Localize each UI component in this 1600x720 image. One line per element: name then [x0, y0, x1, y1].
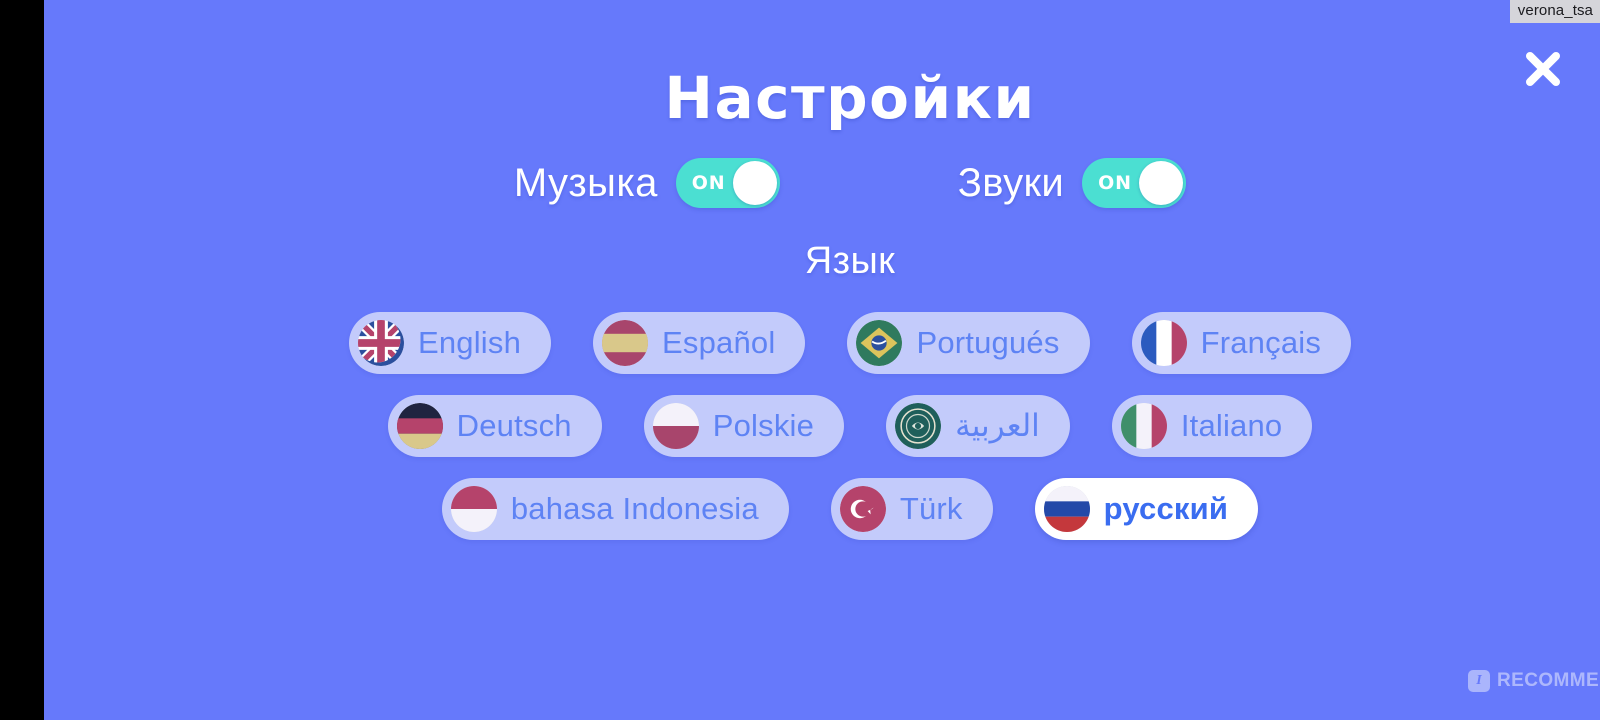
flag-brazil-icon: [856, 320, 903, 366]
flag-italy-icon: [1120, 403, 1167, 449]
flag-indonesia-icon: [450, 486, 497, 532]
music-toggle-knob: [732, 161, 777, 205]
language-option-label: русский: [1103, 491, 1229, 526]
flag-france-icon: [1140, 320, 1187, 366]
language-option-label: العربية: [955, 408, 1040, 443]
flag-poland-icon: [652, 403, 699, 449]
language-option-label: English: [417, 325, 522, 360]
language-row: Deutsch Polskie العربية Italiano: [88, 395, 1600, 457]
language-option-arab-league[interactable]: العربية: [886, 395, 1070, 457]
language-option-label: Français: [1200, 325, 1322, 360]
sounds-toggle-state: ON: [1098, 172, 1132, 194]
language-option-label: Portugués: [916, 325, 1060, 360]
flag-uk-icon: [357, 320, 404, 366]
watermark: I RECOMMEND.RU: [1468, 670, 1600, 692]
flag-spain-icon: [602, 320, 649, 366]
settings-panel: Настройки Музыка ON Звуки ON Язык Englis…: [44, 0, 1600, 720]
language-option-label: Deutsch: [456, 408, 572, 443]
music-label: Музыка: [513, 160, 658, 205]
close-icon[interactable]: [1519, 45, 1567, 93]
language-option-label: Español: [662, 325, 776, 360]
music-toggle-switch[interactable]: ON: [675, 158, 780, 208]
audio-toggles: Музыка ON Звуки ON: [88, 158, 1600, 208]
language-option-italy[interactable]: Italiano: [1111, 395, 1313, 457]
language-option-label: Türk: [899, 491, 963, 526]
language-option-spain[interactable]: Español: [593, 312, 806, 374]
language-options-list: English Español Portugués Français Deuts…: [88, 312, 1600, 561]
language-option-poland[interactable]: Polskie: [643, 395, 845, 457]
language-option-russia[interactable]: русский: [1034, 478, 1259, 540]
sounds-toggle-knob: [1139, 161, 1184, 205]
sounds-toggle-switch[interactable]: ON: [1082, 158, 1187, 208]
page-title: Настройки: [664, 64, 1036, 132]
language-option-germany[interactable]: Deutsch: [387, 395, 602, 457]
sounds-label: Звуки: [957, 160, 1065, 205]
flag-arab-league-icon: [895, 403, 942, 449]
language-option-label: bahasa Indonesia: [510, 491, 759, 526]
language-row: English Español Portugués Français: [88, 312, 1600, 374]
music-toggle-state: ON: [691, 172, 726, 194]
letterbox-left-bar: [0, 0, 44, 720]
sounds-toggle-group: Звуки ON: [957, 158, 1187, 208]
flag-turkey-icon: [839, 486, 886, 532]
language-option-indonesia[interactable]: bahasa Indonesia: [441, 478, 789, 540]
watermark-text: RECOMMEND.RU: [1497, 670, 1600, 691]
app-screen: Настройки Музыка ON Звуки ON Язык Englis…: [0, 0, 1600, 720]
language-option-uk[interactable]: English: [348, 312, 552, 374]
language-section-heading: Язык: [804, 240, 896, 282]
language-option-label: Italiano: [1180, 408, 1283, 443]
language-option-turkey[interactable]: Türk: [830, 478, 993, 540]
language-row: bahasa Indonesia Türk русский: [88, 478, 1600, 540]
flag-germany-icon: [396, 403, 443, 449]
watermark-badge-icon: I: [1468, 670, 1490, 692]
language-option-label: Polskie: [712, 408, 815, 443]
music-toggle-group: Музыка ON: [514, 158, 780, 208]
flag-russia-icon: [1043, 486, 1090, 532]
language-option-france[interactable]: Français: [1131, 312, 1352, 374]
language-option-brazil[interactable]: Portugués: [847, 312, 1090, 374]
user-tag: verona_tsa: [1509, 0, 1600, 23]
